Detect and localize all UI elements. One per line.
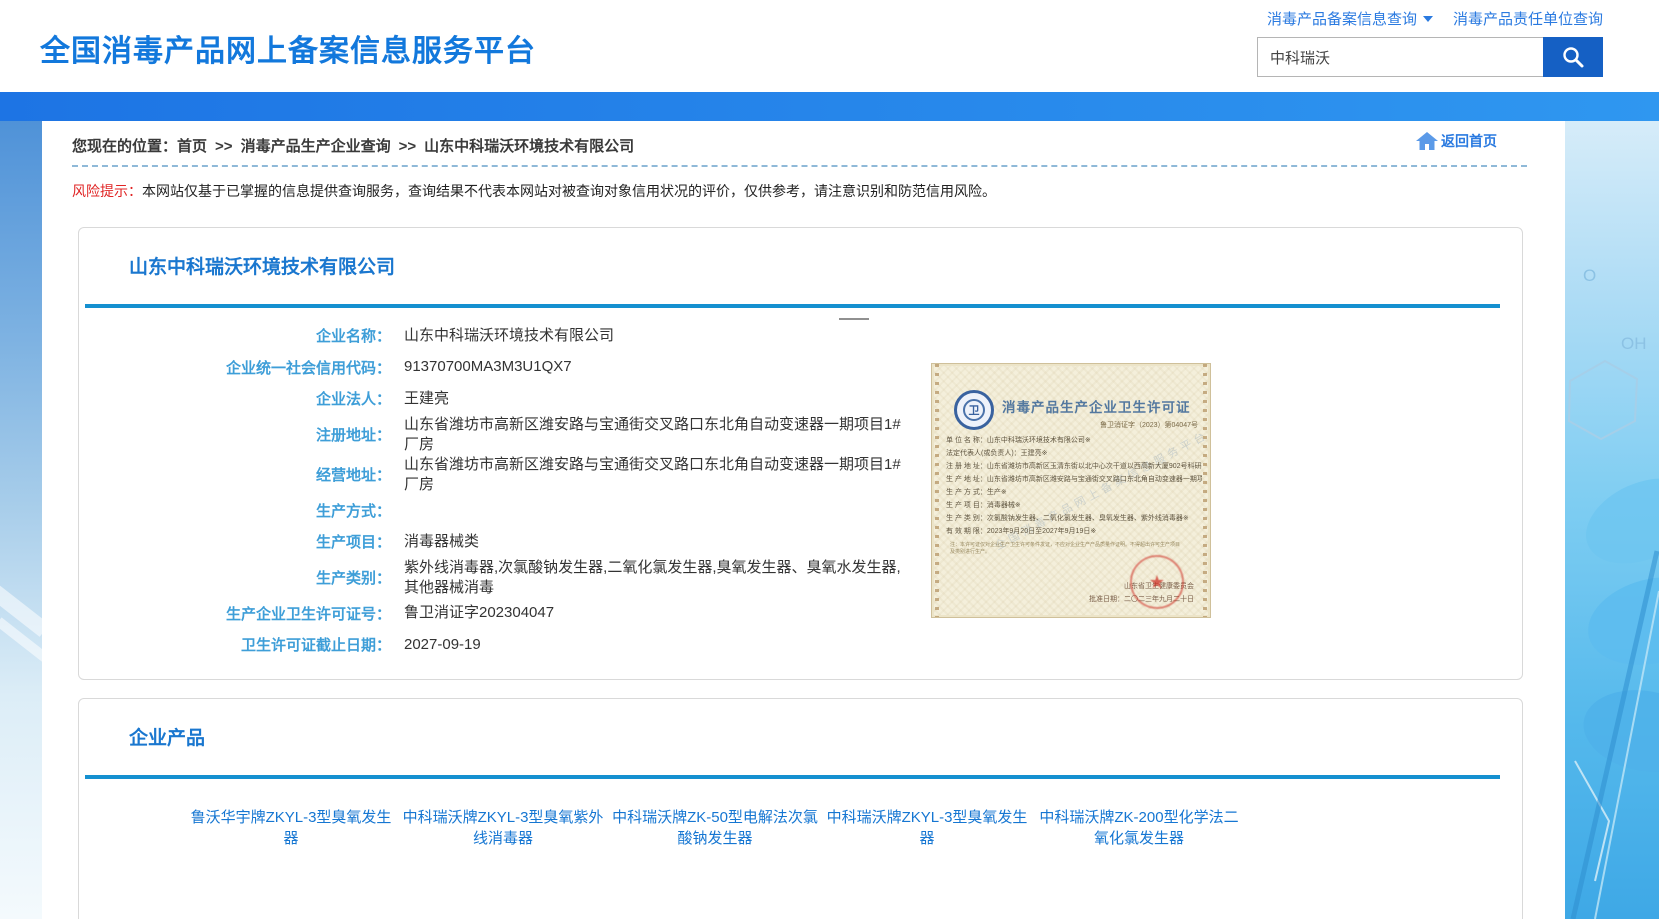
breadcrumb-separator: >> — [399, 138, 417, 155]
breadcrumb: 您现在的位置：首页 >> 消毒产品生产企业查询 >> 山东中科瑞沃环境技术有限公司 — [72, 135, 634, 156]
field-label: 生产方式： — [79, 500, 391, 521]
company-card-title: 山东中科瑞沃环境技术有限公司 — [129, 252, 395, 279]
breadcrumb-current-page: 山东中科瑞沃环境技术有限公司 — [424, 138, 634, 155]
breadcrumb-company-query-link[interactable]: 消毒产品生产企业查询 — [241, 138, 391, 155]
field-value: 山东省潍坊市高新区潍安路与宝通街交叉路口东北角自动变速器一期项目1#厂房 — [404, 415, 909, 455]
product-link[interactable]: 中科瑞沃牌ZK-200型化学法二氧化氯发生器 — [1033, 807, 1245, 849]
product-link[interactable]: 中科瑞沃牌ZKYL-3型臭氧发生器 — [821, 807, 1033, 849]
molecule-flower-art: O OH — [1565, 121, 1659, 919]
certificate-title: 消毒产品生产企业卫生许可证 — [1002, 396, 1191, 416]
breadcrumb-separator: >> — [215, 138, 233, 155]
product-link[interactable]: 鲁沃华宇牌ZKYL-3型臭氧发生器 — [185, 807, 397, 849]
product-links: 鲁沃华宇牌ZKYL-3型臭氧发生器 中科瑞沃牌ZKYL-3型臭氧紫外线消毒器 中… — [79, 807, 1524, 871]
certificate-line: 生 产 项 目：消毒器械※ — [946, 499, 1202, 512]
certificate-line: 法定代表人(或负责人)：王建亮※ — [946, 447, 1202, 460]
molecule-label-o: O — [1583, 266, 1596, 285]
field-row: 注册地址： 山东省潍坊市高新区潍安路与宝通街交叉路口东北角自动变速器一期项目1#… — [79, 415, 979, 455]
field-label: 企业统一社会信用代码： — [79, 357, 391, 378]
page-body: O OH 您现在的位置：首页 >> 消毒产品生产企业查询 >> 山东中科瑞沃环境技术有限… — [0, 121, 1659, 919]
header-right: 消毒产品备案信息查询 消毒产品责任单位查询 — [1183, 8, 1603, 77]
molecule-label-oh: OH — [1621, 334, 1647, 353]
health-commission-emblem-icon: 卫 — [954, 390, 994, 430]
field-label: 企业名称： — [79, 325, 391, 346]
field-row: 企业法人： 王建亮 — [79, 383, 979, 415]
field-value: 山东中科瑞沃环境技术有限公司 — [404, 326, 614, 346]
title-underline — [85, 775, 1500, 779]
hygiene-license-certificate-image: 全国消毒产品网上备案信息服务平台 卫 消毒产品生产企业卫生许可证 鲁卫消证字（2… — [931, 363, 1211, 618]
company-fields: 企业名称： 山东中科瑞沃环境技术有限公司 企业统一社会信用代码： 9137070… — [79, 320, 979, 661]
caret-down-icon — [1423, 16, 1433, 22]
field-label: 卫生许可证截止日期： — [79, 634, 391, 655]
certificate-line: 生 产 地 址：山东省潍坊市高新区潍安路与宝通街交叉路口东北角自动变速器一期项目… — [946, 473, 1202, 486]
certificate-line: 生 产 类 别：次氯酸钠发生器、二氧化氯发生器、臭氧发生器、紫外线消毒器※ — [946, 512, 1202, 525]
site-title: 全国消毒产品网上备案信息服务平台 — [40, 26, 536, 70]
field-label: 生产企业卫生许可证号： — [79, 603, 391, 624]
company-products-card: 企业产品 鲁沃华宇牌ZKYL-3型臭氧发生器 中科瑞沃牌ZKYL-3型臭氧紫外线… — [78, 698, 1523, 919]
certificate-line: 生 产 方 式：生产※ — [946, 486, 1202, 499]
certificate-lines: 单 位 名 称：山东中科瑞沃环境技术有限公司※法定代表人(或负责人)：王建亮※注… — [946, 434, 1202, 538]
certificate-note: 注：本许可证仅对企业生产卫生许可条件发证，不应对企业生产产品质量作证明。不得超出… — [950, 542, 1180, 556]
field-label: 经营地址： — [79, 464, 391, 485]
field-value: 91370700MA3M3U1QX7 — [404, 357, 572, 377]
search-icon — [1560, 44, 1586, 70]
field-label: 注册地址： — [79, 424, 391, 445]
field-row: 经营地址： 山东省潍坊市高新区潍安路与宝通街交叉路口东北角自动变速器一期项目1#… — [79, 455, 979, 495]
field-row: 生产项目： 消毒器械类 — [79, 526, 979, 558]
certificate-perforation — [935, 364, 939, 617]
image-divider-dash — [839, 318, 869, 320]
certificate-line: 注 册 地 址：山东省潍坊市高新区玉清东街以北中心次干道以西高新大厦902号科研… — [946, 460, 1202, 473]
field-value: 山东省潍坊市高新区潍安路与宝通街交叉路口东北角自动变速器一期项目1#厂房 — [404, 455, 909, 495]
field-value: 王建亮 — [404, 389, 449, 409]
breadcrumb-prefix: 您现在的位置： — [72, 138, 177, 155]
field-row: 企业统一社会信用代码： 91370700MA3M3U1QX7 — [79, 352, 979, 384]
risk-notice: 风险提示：本网站仅基于已掌握的信息提供查询服务，查询结果不代表本网站对被查询对象… — [72, 181, 996, 201]
field-row: 生产方式： — [79, 495, 979, 527]
certificate-line: 有 效 期 限：2023年9月20日至2027年9月19日※ — [946, 525, 1202, 538]
dashed-divider — [72, 165, 1527, 167]
certificate-number: 鲁卫消证字（2023）第04047号 — [1100, 420, 1198, 430]
field-row: 卫生许可证截止日期： 2027-09-19 — [79, 629, 979, 661]
products-card-title: 企业产品 — [129, 723, 205, 750]
field-label: 生产项目： — [79, 531, 391, 552]
search-input[interactable] — [1257, 37, 1543, 77]
field-value: 消毒器械类 — [404, 532, 479, 552]
back-home-link[interactable]: 返回首页 — [1415, 131, 1497, 151]
nav-link-record-info-query[interactable]: 消毒产品备案信息查询 — [1267, 8, 1433, 29]
field-label: 生产类别： — [79, 567, 391, 588]
background-photo-right: O OH — [1565, 121, 1659, 919]
product-link[interactable]: 中科瑞沃牌ZKYL-3型臭氧紫外线消毒器 — [397, 807, 609, 849]
main-content: 您现在的位置：首页 >> 消毒产品生产企业查询 >> 山东中科瑞沃环境技术有限公司 返回… — [42, 121, 1565, 919]
red-seal-stamp-icon: ★ — [1130, 555, 1184, 609]
search-bar — [1183, 37, 1603, 77]
field-value: 鲁卫消证字202304047 — [404, 603, 554, 623]
product-link[interactable]: 中科瑞沃牌ZK-50型电解法次氯酸钠发生器 — [609, 807, 821, 849]
title-underline — [85, 304, 1500, 308]
field-row: 生产企业卫生许可证号： 鲁卫消证字202304047 — [79, 598, 979, 630]
field-value: 紫外线消毒器,次氯酸钠发生器,二氧化氯发生器,臭氧发生器、臭氧水发生器,其他器械… — [404, 558, 909, 598]
nav-link-responsible-unit-query[interactable]: 消毒产品责任单位查询 — [1453, 8, 1603, 29]
search-button[interactable] — [1543, 37, 1603, 77]
certificate-line: 单 位 名 称：山东中科瑞沃环境技术有限公司※ — [946, 434, 1202, 447]
breadcrumb-home-link[interactable]: 首页 — [177, 138, 207, 155]
field-row: 企业名称： 山东中科瑞沃环境技术有限公司 — [79, 320, 979, 352]
home-icon — [1415, 131, 1439, 151]
field-label: 企业法人： — [79, 388, 391, 409]
site-header: 全国消毒产品网上备案信息服务平台 消毒产品备案信息查询 消毒产品责任单位查询 — [0, 0, 1659, 92]
risk-notice-label: 风险提示： — [72, 183, 142, 199]
field-value: 2027-09-19 — [404, 635, 481, 655]
risk-notice-text: 本网站仅基于已掌握的信息提供查询服务，查询结果不代表本网站对被查询对象信用状况的… — [142, 183, 996, 199]
background-photo-left — [0, 121, 42, 919]
top-nav: 消毒产品备案信息查询 消毒产品责任单位查询 — [1183, 8, 1603, 29]
blue-banner — [0, 92, 1659, 121]
company-info-card: 山东中科瑞沃环境技术有限公司 企业名称： 山东中科瑞沃环境技术有限公司 企业统一… — [78, 227, 1523, 680]
field-row: 生产类别： 紫外线消毒器,次氯酸钠发生器,二氧化氯发生器,臭氧发生器、臭氧水发生… — [79, 558, 979, 598]
certificate-perforation — [1203, 364, 1207, 617]
